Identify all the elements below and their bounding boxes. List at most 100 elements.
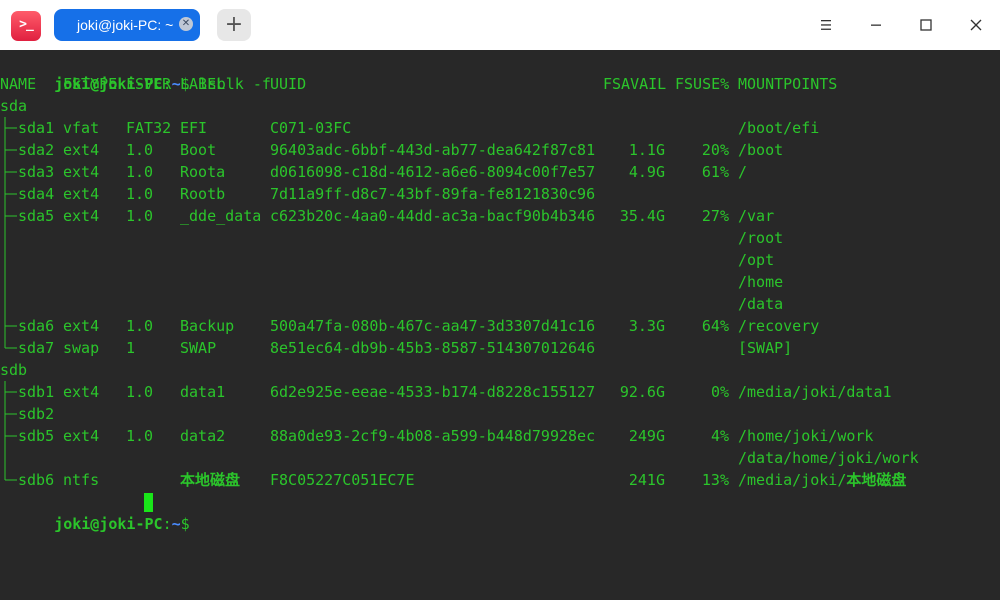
new-tab-button[interactable]: + xyxy=(217,9,251,41)
cell-fsver: 1.0 xyxy=(126,141,154,159)
cell-mountpoint: /recovery xyxy=(738,317,820,335)
mountpoint-prefix: /media/joki/ xyxy=(738,471,847,489)
cell-fsavail: 1.1G xyxy=(628,141,665,159)
cell-name: sda5 xyxy=(18,207,55,225)
cell-mountpoint: /boot xyxy=(738,141,784,159)
header-mountpoints: MOUNTPOINTS xyxy=(738,75,838,93)
cell-name: sdb6 xyxy=(18,471,55,489)
cell-fsver: 1 xyxy=(126,339,136,357)
active-prompt-line[interactable]: joki@joki-PC:~$ xyxy=(0,491,1000,533)
cell-fsuse: 61% xyxy=(701,163,729,181)
table-row: sda5 ext4 1.0 _dde_data c623b20c-4aa0-44dd-a… xyxy=(0,205,1000,227)
table-row: /home xyxy=(0,271,1000,293)
cell-mountpoint: /boot/efi xyxy=(738,119,820,137)
cell-label: Rootb xyxy=(180,185,226,203)
cell-mountpoint: /home xyxy=(738,273,784,291)
cell-label: Roota xyxy=(180,163,226,181)
header-fsavail: FSAVAIL xyxy=(603,75,667,93)
cell-fsavail: 35.4G xyxy=(619,207,665,225)
cell-label: Backup xyxy=(180,317,235,335)
cell-fstype: ext4 xyxy=(63,317,100,335)
cell-name: sda3 xyxy=(18,163,55,181)
table-row: sda4 ext4 1.0 Rootb 7d11a9ff-d8c7-43bf-89fa-… xyxy=(0,183,1000,205)
cell-fsver: 1.0 xyxy=(126,207,154,225)
cell-fsver: 1.0 xyxy=(126,427,154,445)
table-row: sdb xyxy=(0,359,1000,381)
tab-terminal[interactable]: joki@joki-PC: ~ ✕ xyxy=(54,9,200,41)
cell-uuid: 6d2e925e-eeae-4533-b174-d8228c155127 xyxy=(270,383,596,401)
cell-fsavail: 241G xyxy=(628,471,665,489)
close-button[interactable] xyxy=(961,11,991,39)
table-row: sdb2 xyxy=(0,403,1000,425)
tab-title: joki@joki-PC: ~ xyxy=(77,17,174,33)
cell-name: sda xyxy=(0,97,28,115)
cell-fsver: 1.0 xyxy=(126,317,154,335)
cell-label: _dde_data xyxy=(180,207,262,225)
terminal-app-icon[interactable]: >_ xyxy=(11,11,41,41)
minimize-icon xyxy=(871,24,881,26)
prompt-colon: : xyxy=(162,515,172,533)
cell-label: data1 xyxy=(180,383,226,401)
cell-fsuse: 13% xyxy=(701,471,729,489)
cell-uuid: C071-03FC xyxy=(270,119,352,137)
cell-mountpoint: /root xyxy=(738,229,784,247)
cell-name: sdb2 xyxy=(18,405,55,423)
cell-mountpoint: / xyxy=(738,163,748,181)
cell-fstype: ext4 xyxy=(63,383,100,401)
mountpoint-suffix: 本地磁盘 xyxy=(846,471,907,489)
cell-name: sdb1 xyxy=(18,383,55,401)
cell-uuid: 7d11a9ff-d8c7-43bf-89fa-fe8121830c96 xyxy=(270,185,596,203)
cell-fsver: FAT32 xyxy=(126,119,172,137)
terminal-window: >_ joki@joki-PC: ~ ✕ + joki@joki-PC:~$ l… xyxy=(0,0,1000,600)
cell-label: data2 xyxy=(180,427,226,445)
terminal-output[interactable]: joki@joki-PC:~$ lsblk -f NAME FSTYPE FSV… xyxy=(0,50,1000,600)
cell-name: sda4 xyxy=(18,185,55,203)
cell-mountpoint: /home/joki/work xyxy=(738,427,874,445)
cell-label: Boot xyxy=(180,141,217,159)
cell-fsuse: 0% xyxy=(710,383,729,401)
command-line: joki@joki-PC:~$ lsblk -f xyxy=(0,51,1000,93)
table-row: sdb6 ntfs 本地磁盘 F8C05227C051EC7E 241G 13% /medi… xyxy=(0,469,1000,491)
cell-fsavail: 92.6G xyxy=(619,383,665,401)
cell-fstype: swap xyxy=(63,339,100,357)
cell-fsavail: 3.3G xyxy=(628,317,665,335)
cell-uuid: c623b20c-4aa0-44dd-ac3a-bacf90b4b346 xyxy=(270,207,596,225)
cell-uuid: 96403adc-6bbf-443d-ab77-dea642f87c81 xyxy=(270,141,596,159)
table-row: sda1 vfat FAT32 EFI C071-03FC/boot/efi xyxy=(0,117,1000,139)
cell-name: sdb5 xyxy=(18,427,55,445)
cell-uuid: d0616098-c18d-4612-a6e6-8094c00f7e57 xyxy=(270,163,596,181)
table-row: sdb1 ext4 1.0 data1 6d2e925e-eeae-4533-b174-… xyxy=(0,381,1000,403)
cell-name: sda2 xyxy=(18,141,55,159)
table-row: sda2 ext4 1.0 Boot 96403adc-6bbf-443d-ab77-d… xyxy=(0,139,1000,161)
prompt-user-host: joki@joki-PC xyxy=(54,515,163,533)
cell-uuid: 500a47fa-080b-467c-aa47-3d3307d41c16 xyxy=(270,317,596,335)
cell-mountpoint: /data xyxy=(738,295,784,313)
table-row: sda xyxy=(0,95,1000,117)
cell-fsuse: 20% xyxy=(701,141,729,159)
cell-name: sda1 xyxy=(18,119,55,137)
header-label: LABEL xyxy=(180,75,226,93)
cell-fstype: vfat xyxy=(63,119,100,137)
cell-label: SWAP xyxy=(180,339,217,357)
table-row: sda3 ext4 1.0 Roota d0616098-c18d-4612-a6e6-… xyxy=(0,161,1000,183)
table-row: /root xyxy=(0,227,1000,249)
cell-fsuse: 64% xyxy=(701,317,729,335)
close-tab-icon[interactable]: ✕ xyxy=(179,17,193,31)
maximize-button[interactable] xyxy=(911,11,941,39)
cell-fstype: ext4 xyxy=(63,141,100,159)
text-cursor xyxy=(144,493,153,512)
header-fstype: FSTYPE xyxy=(63,75,118,93)
cell-uuid: 88a0de93-2cf9-4b08-a599-b448d79928ec xyxy=(270,427,596,445)
cell-label: EFI xyxy=(180,119,208,137)
menu-button[interactable] xyxy=(811,11,841,39)
cell-fstype: ext4 xyxy=(63,163,100,181)
minimize-button[interactable] xyxy=(861,11,891,39)
cell-uuid: F8C05227C051EC7E xyxy=(270,471,415,489)
cell-fstype: ext4 xyxy=(63,207,100,225)
header-fsuse: FSUSE% xyxy=(675,75,730,93)
cell-mountpoint: /media/joki/本地磁盘 xyxy=(738,469,906,491)
cell-fstype: ext4 xyxy=(63,185,100,203)
cell-uuid: 8e51ec64-db9b-45b3-8587-514307012646 xyxy=(270,339,596,357)
cell-mountpoint: /var xyxy=(738,207,775,225)
cell-fsavail: 4.9G xyxy=(628,163,665,181)
